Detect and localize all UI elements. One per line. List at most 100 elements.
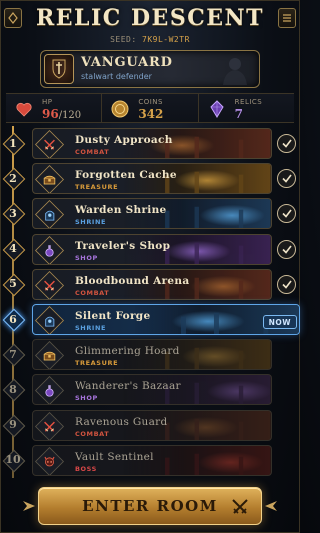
game-title: RELIC DESCENT [36, 5, 264, 31]
check-icon [277, 204, 296, 224]
room-card[interactable]: Forgotten Cache TREASURE [32, 163, 272, 195]
room-row[interactable]: 4 Traveler's Shop SHOP [0, 232, 300, 267]
room-number: 5 [3, 274, 23, 294]
room-name: Traveler's Shop [75, 239, 171, 252]
crossed-swords-icon [44, 279, 55, 291]
seed-value: 7K9L-W2TR [142, 35, 190, 44]
room-name: Ravenous Guard [75, 415, 168, 428]
coins-value: 342 [138, 107, 164, 121]
current-room-badge: NOW [262, 315, 297, 329]
crystal-icon [207, 99, 227, 119]
sword-emblem-icon [44, 54, 74, 84]
heart-icon [14, 99, 34, 119]
room-number: 6 [3, 309, 23, 329]
shrine-icon [44, 314, 55, 327]
room-number: 7 [3, 344, 23, 364]
coins-label: COINS [138, 98, 163, 106]
room-number: 10 [3, 450, 23, 470]
potion-icon [44, 244, 55, 257]
room-row[interactable]: 2 Forgotten Cache TREASURE [0, 161, 300, 196]
menu-button[interactable] [278, 8, 296, 28]
room-type: TREASURE [75, 359, 119, 368]
ornament-left-icon [23, 501, 35, 511]
room-type-badge [35, 165, 64, 194]
room-name: Warden Shrine [75, 204, 167, 217]
room-type: COMBAT [75, 429, 110, 438]
room-row[interactable]: 5 Bloodbound Arena COMBAT [0, 267, 300, 302]
room-card[interactable]: Warden Shrine SHRINE [32, 198, 272, 230]
room-row: 10 Vault Sentinel BOSS [0, 443, 300, 478]
chest-icon [43, 350, 56, 361]
coin-icon [110, 99, 130, 119]
ornament-right-icon [265, 501, 277, 511]
hp-label: HP [42, 98, 53, 106]
room-number: 4 [3, 239, 23, 259]
room-type-badge [35, 446, 64, 475]
room-type-badge [35, 130, 64, 158]
room-card[interactable]: Bloodbound Arena COMBAT [32, 268, 272, 300]
room-number: 3 [3, 203, 23, 223]
room-card: Wanderer's Bazaar SHOP [32, 374, 272, 406]
relics-stat: RELICS 7 [197, 94, 294, 122]
room-name: Bloodbound Arena [75, 274, 190, 287]
room-type-badge [35, 341, 64, 370]
room-number: 2 [3, 168, 23, 188]
room-name: Forgotten Cache [75, 169, 177, 182]
check-icon [277, 169, 296, 189]
back-button[interactable] [4, 8, 22, 28]
room-type: COMBAT [75, 288, 110, 297]
room-name: Silent Forge [75, 310, 151, 322]
crossed-swords-icon [44, 420, 55, 431]
hp-value: 96/120 [42, 107, 81, 121]
room-name: Wanderer's Bazaar [75, 380, 181, 393]
seed-readout: SEED: 7K9L-W2TR [0, 35, 300, 44]
room-type-badge [35, 411, 64, 440]
enter-room-button[interactable]: ENTER ROOM [23, 487, 277, 525]
class-banner[interactable]: VANGUARD stalwart defender [40, 50, 260, 88]
room-row[interactable]: 1 Dusty Approach COMBAT [0, 126, 300, 161]
enter-room-label: ENTER ROOM [82, 497, 218, 515]
room-row[interactable]: 6 Silent Forge SHRINE NOW [0, 302, 300, 337]
room-type: SHOP [75, 394, 98, 403]
room-type: SHOP [75, 253, 98, 262]
relics-label: RELICS [234, 98, 263, 106]
room-type: BOSS [75, 464, 97, 473]
shrine-icon [44, 209, 55, 221]
room-row[interactable]: 3 Warden Shrine SHRINE [0, 196, 300, 231]
room-type-badge [35, 235, 64, 264]
room-card[interactable]: Silent Forge SHRINE NOW [32, 304, 300, 335]
room-card: Ravenous Guard COMBAT [32, 409, 272, 441]
crossed-swords-icon [44, 139, 55, 150]
room-row: 7 Glimmering Hoard TREASURE [0, 337, 300, 372]
hp-current: 96 [42, 107, 59, 121]
room-row: 8 Wanderer's Bazaar SHOP [0, 372, 300, 407]
header: RELIC DESCENT SEED: 7K9L-W2TR [0, 0, 300, 48]
room-type-badge [35, 376, 64, 405]
room-type-badge [35, 306, 64, 334]
room-card[interactable]: Dusty Approach COMBAT [32, 128, 272, 159]
demon-skull-icon [43, 455, 55, 467]
room-type: SHRINE [75, 324, 107, 332]
room-type-badge [35, 200, 64, 229]
chest-icon [43, 174, 56, 185]
knight-silhouette-icon [223, 58, 247, 85]
check-icon [277, 134, 296, 153]
room-card[interactable]: Traveler's Shop SHOP [32, 233, 272, 265]
room-name: Vault Sentinel [75, 450, 154, 463]
crossed-swords-icon [232, 499, 248, 514]
check-icon [277, 239, 296, 259]
stats-bar: HP 96/120 COINS 342 RELICS 7 [6, 93, 294, 123]
relics-value: 7 [234, 107, 244, 121]
room-card: Vault Sentinel BOSS [32, 444, 272, 476]
room-type-badge [35, 270, 64, 299]
ornament-icon [8, 12, 18, 24]
room-name: Glimmering Hoard [75, 345, 180, 358]
class-subtitle: stalwart defender [81, 72, 152, 81]
room-row: 9 Ravenous Guard COMBAT [0, 408, 300, 443]
room-type: SHRINE [75, 218, 107, 227]
room-number: 8 [3, 379, 23, 399]
hp-max: /120 [58, 110, 82, 121]
hp-stat: HP 96/120 [6, 94, 101, 122]
menu-icon [283, 14, 291, 22]
room-path: 1 Dusty Approach COMBAT 2 Forgotten Cache TRE… [0, 126, 300, 478]
